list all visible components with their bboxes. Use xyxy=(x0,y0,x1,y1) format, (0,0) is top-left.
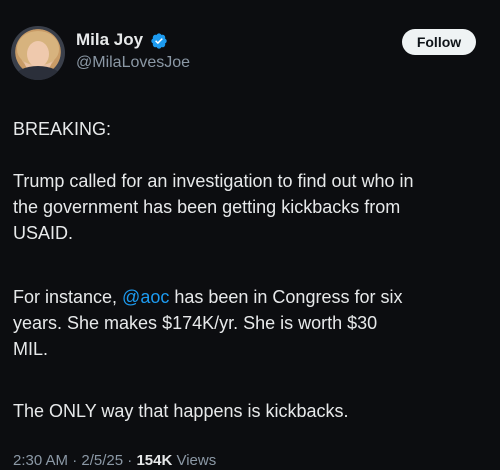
tweet-paragraph-3: For instance, @aoc has been in Congress … xyxy=(13,284,493,362)
tweet-meta: 2:30 AM · 2/5/25 · 154K Views xyxy=(13,452,216,469)
author-display-name[interactable]: Mila Joy xyxy=(76,30,143,50)
tweet-card: Mila Joy @MilaLovesJoe Follow BREAKING: … xyxy=(0,0,500,470)
mention-link[interactable]: @aoc xyxy=(122,287,169,307)
avatar[interactable] xyxy=(11,26,65,80)
tweet-paragraph-2: Trump called for an investigation to fin… xyxy=(13,171,414,243)
avatar-shoulders xyxy=(15,66,61,80)
meta-separator: · xyxy=(68,452,82,469)
avatar-face xyxy=(27,41,49,67)
tweet-time[interactable]: 2:30 AM xyxy=(13,452,68,469)
tweet-paragraph-4: The ONLY way that happens is kickbacks. xyxy=(13,401,349,421)
verified-badge-icon xyxy=(151,33,167,49)
tweet-paragraph-1: BREAKING: xyxy=(13,119,112,139)
views-label: Views xyxy=(172,452,217,469)
author-handle[interactable]: @MilaLovesJoe xyxy=(76,54,190,72)
meta-separator: · xyxy=(123,452,137,469)
paragraph-3-before-text: For instance, xyxy=(13,287,123,307)
views-count[interactable]: 154K xyxy=(136,452,172,469)
follow-button[interactable]: Follow xyxy=(402,29,476,55)
tweet-date[interactable]: 2/5/25 xyxy=(81,452,123,469)
